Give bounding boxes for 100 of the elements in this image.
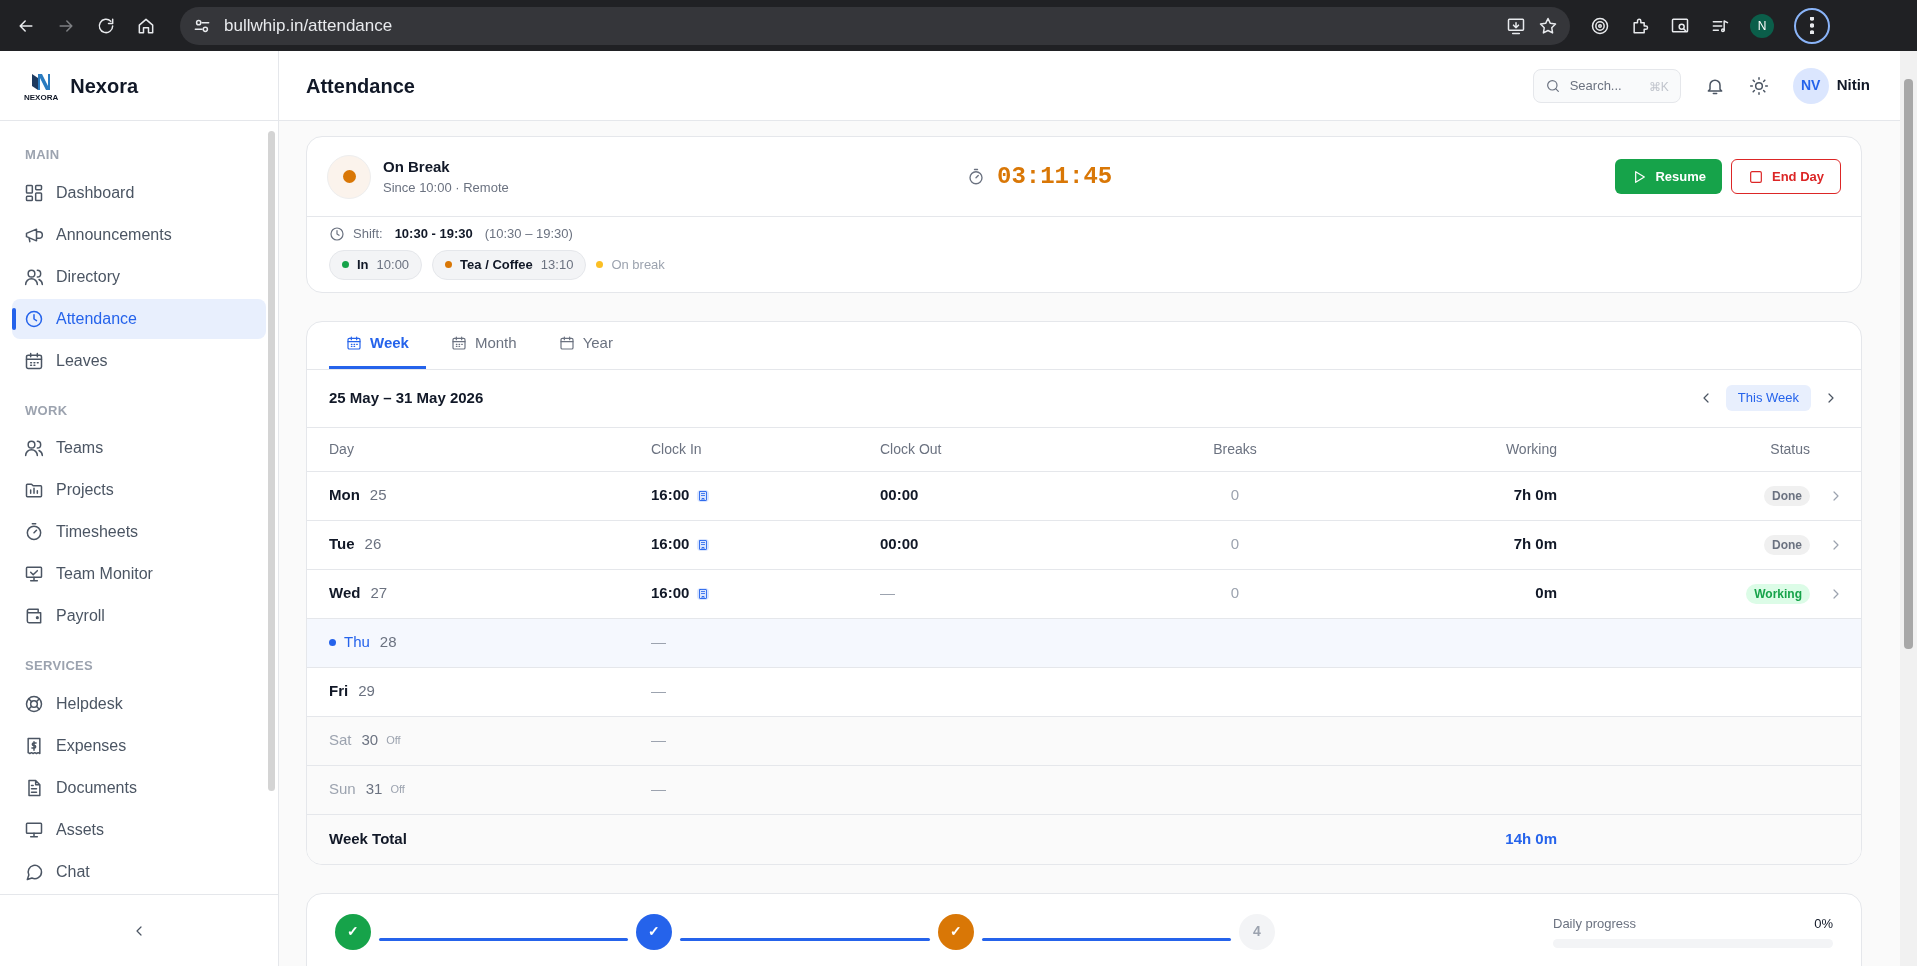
profile-avatar[interactable]: N	[1750, 13, 1774, 38]
timer: 03:11:45	[997, 161, 1113, 192]
active-indicator	[12, 307, 16, 330]
nav-item[interactable]: Timesheets	[12, 512, 266, 552]
table-row[interactable]: Sat 30 Off —	[307, 716, 1861, 766]
this-week-button[interactable]: This Week	[1725, 385, 1811, 411]
receipt-dollar-icon	[24, 735, 44, 756]
column-header: Status	[1769, 439, 1810, 459]
nav-item[interactable]: Documents	[12, 767, 266, 808]
target-icon[interactable]	[1590, 15, 1610, 36]
scrollbar-thumb[interactable]	[268, 131, 275, 791]
clock-in-time: —	[651, 632, 666, 653]
breaks-count: 0	[1229, 485, 1241, 506]
event-time: 10:00	[376, 255, 410, 274]
view-tab[interactable]: Month	[433, 321, 534, 369]
working-time: 7h 0m	[1512, 485, 1557, 506]
day-name: Thu	[344, 632, 370, 653]
monitor-check-icon	[24, 564, 44, 584]
shift-label: Shift:	[353, 225, 383, 243]
section-heading: WORK	[24, 401, 69, 420]
end-day-button[interactable]: End Day	[1731, 159, 1841, 194]
nav-item[interactable]: Dashboard	[12, 172, 266, 213]
clock-out-time: —	[880, 583, 896, 604]
clock-out-time: 00:00	[880, 534, 920, 555]
clock-icon	[24, 308, 44, 329]
working-time: 0m	[1534, 583, 1557, 604]
current-state: On break	[611, 255, 665, 274]
grid-icon	[24, 182, 44, 203]
nav-item[interactable]: Attendance	[12, 298, 266, 339]
day-name: Mon	[329, 485, 360, 506]
table-row[interactable]: Thu 28 —	[307, 618, 1861, 668]
user-avatar[interactable]: NV	[1792, 67, 1829, 104]
off-label: Off	[390, 782, 405, 798]
scrollbar-thumb[interactable]	[1904, 79, 1913, 649]
day-date: 31	[365, 779, 383, 800]
status-badge: Working	[1746, 583, 1810, 604]
folder-chart-icon	[24, 480, 44, 500]
clock-in-time: 16:00	[651, 583, 690, 604]
nav-item[interactable]: Directory	[12, 256, 266, 297]
total-working-time: 14h 0m	[1504, 828, 1557, 849]
day-date: 29	[358, 681, 375, 702]
nav-item[interactable]: Team Monitor	[12, 554, 266, 594]
day-name: Fri	[329, 681, 349, 702]
breaks-count: 0	[1229, 534, 1241, 555]
day-name: Wed	[329, 583, 361, 604]
column-header: Clock Out	[880, 439, 943, 459]
clock-in-time: —	[651, 779, 666, 800]
sun-icon[interactable]	[1748, 75, 1769, 96]
day-date: 27	[370, 583, 388, 604]
status-indicator	[327, 154, 371, 199]
clock-in-time: —	[651, 730, 666, 751]
status-badge: Done	[1764, 485, 1810, 506]
off-label: Off	[386, 733, 401, 749]
day-name: Tue	[329, 534, 355, 555]
nav-item[interactable]: Teams	[12, 428, 266, 468]
calendar-icon	[450, 335, 467, 351]
shift-time: 10:30 - 19:30	[394, 225, 473, 243]
calendar-icon	[24, 350, 44, 371]
clock-in-time: 16:00	[651, 485, 690, 506]
day-date: 25	[369, 485, 387, 506]
section-heading: MAIN	[24, 146, 61, 164]
day-name: Sun	[329, 779, 356, 800]
search-icon	[1544, 77, 1561, 94]
star-icon	[1538, 15, 1558, 36]
column-header: Day	[329, 439, 355, 459]
logo-caption: NEXORA	[24, 93, 59, 102]
event-label: In	[357, 255, 369, 274]
calendar-icon	[558, 335, 575, 351]
day-date: 30	[361, 730, 379, 751]
menu-button[interactable]	[1794, 7, 1830, 44]
column-header: Breaks	[1212, 439, 1258, 459]
nav-item[interactable]: Leaves	[12, 340, 266, 381]
nav-item[interactable]: Chat	[12, 851, 266, 892]
clock-icon	[329, 225, 345, 242]
page-title: Attendance	[306, 73, 416, 99]
address-bar[interactable]: bullwhip.in/attendance	[180, 6, 1570, 45]
stopwatch-icon	[24, 522, 44, 542]
progress-value: 0%	[1814, 914, 1833, 933]
nav-item[interactable]: Helpdesk	[12, 683, 266, 724]
brand-name: Nexora	[70, 73, 139, 99]
nav-item[interactable]: Projects	[12, 470, 266, 510]
url-text: bullwhip.in/attendance	[224, 14, 393, 37]
event-time: 13:10	[540, 255, 574, 274]
wallet-icon	[24, 606, 44, 626]
shift-range: (10:30 – 19:30)	[484, 225, 573, 243]
clock-out-time: 00:00	[880, 485, 920, 506]
date-range: 25 May – 31 May 2026	[329, 387, 485, 408]
more-icon	[1810, 17, 1814, 34]
view-tab[interactable]: Year	[541, 321, 630, 369]
table-row[interactable]: Sun 31 Off —	[307, 765, 1861, 815]
nav-item[interactable]: Expenses	[12, 725, 266, 766]
nav-item[interactable]: Assets	[12, 809, 266, 850]
lifebuoy-icon	[24, 693, 44, 714]
user-name: Nitin	[1836, 75, 1870, 96]
day-name: Sat	[329, 730, 352, 751]
view-tab[interactable]: Week	[329, 321, 426, 369]
nav-item[interactable]: Announcements	[12, 214, 266, 255]
status-title: On Break	[383, 156, 451, 177]
nav-item[interactable]: Payroll	[12, 596, 266, 636]
section-heading: SERVICES	[24, 657, 95, 675]
